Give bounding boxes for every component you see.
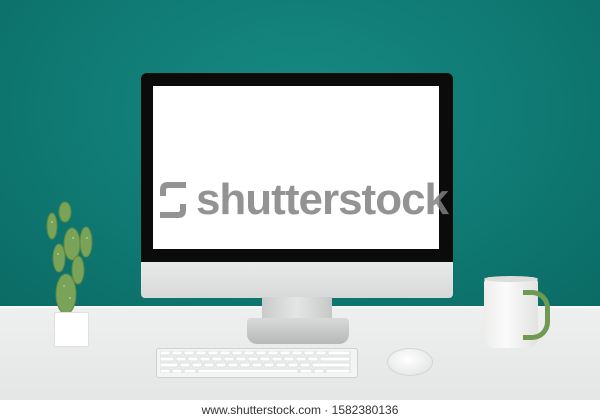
footer-bar: www.shutterstock.com · 1582380136 <box>0 400 600 420</box>
shutterstock-logo-icon <box>159 182 186 218</box>
mug-handle <box>523 290 550 340</box>
monitor-stand-base <box>247 318 349 344</box>
monitor-stand-neck <box>262 297 332 319</box>
white-plant-pot <box>54 312 89 347</box>
footer-text: www.shutterstock.com · 1582380136 <box>201 403 399 417</box>
monitor-chin <box>141 262 453 298</box>
watermark: shutterstock <box>134 170 470 230</box>
watermark-text: shutterstock <box>195 175 449 224</box>
mouse <box>387 348 433 376</box>
desk-scene: shutterstock www.shutterstock.com · 1582… <box>0 0 600 420</box>
keyboard-keys <box>160 351 351 373</box>
mug-rim <box>484 276 538 282</box>
cactus-plant <box>46 201 93 315</box>
